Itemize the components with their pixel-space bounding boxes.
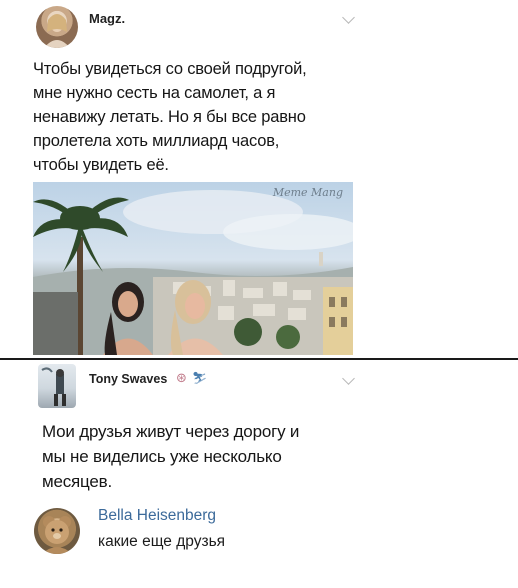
post-text: Чтобы увидеться со своей подругой, мне н… bbox=[33, 60, 307, 174]
post-author-name[interactable]: Magz. bbox=[89, 11, 125, 26]
chevron-down-icon[interactable] bbox=[342, 372, 355, 385]
small-figure-icon: ⛷ bbox=[192, 371, 208, 385]
chevron-down-icon[interactable] bbox=[342, 11, 355, 24]
post-text: Мои друзья живут через дорогу и мы не ви… bbox=[42, 422, 300, 491]
avatar[interactable] bbox=[38, 364, 76, 408]
emoji-badge-icon: ⊛ bbox=[176, 370, 187, 385]
divider bbox=[0, 358, 518, 360]
avatar[interactable] bbox=[36, 6, 78, 48]
comment-author-name[interactable]: Bella Heisenberg bbox=[98, 507, 216, 525]
avatar[interactable] bbox=[34, 508, 80, 554]
comment-text: какие еще друзья bbox=[98, 533, 226, 550]
post-image[interactable]: Meme Mang bbox=[33, 182, 353, 355]
post-author-name[interactable]: Tony Swaves bbox=[89, 372, 167, 386]
image-watermark: Meme Mang bbox=[272, 186, 343, 199]
